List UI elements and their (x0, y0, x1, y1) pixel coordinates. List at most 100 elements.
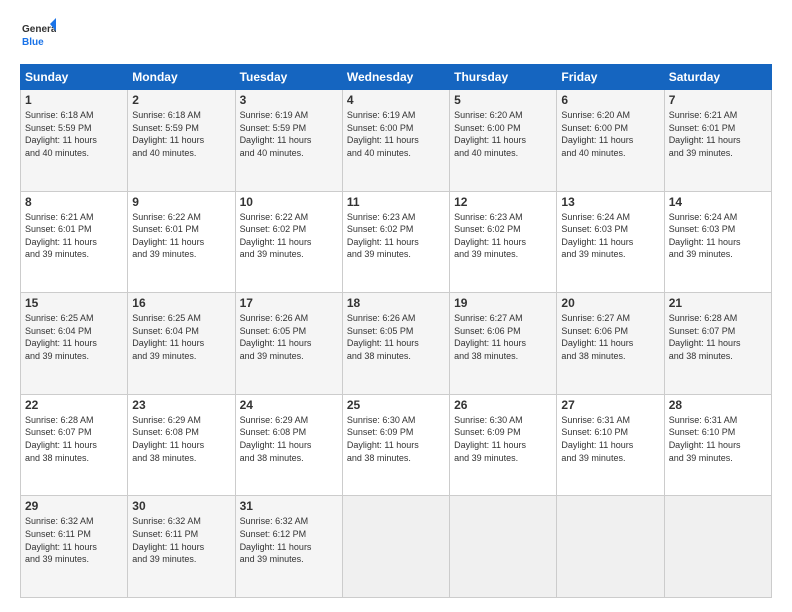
day-info: Sunrise: 6:24 AM Sunset: 6:03 PM Dayligh… (669, 211, 767, 261)
calendar-cell: 24 Sunrise: 6:29 AM Sunset: 6:08 PM Dayli… (235, 394, 342, 496)
calendar-cell: 22Sunrise: 6:28 AM Sunset: 6:07 PM Dayli… (21, 394, 128, 496)
calendar-cell: 27 Sunrise: 6:31 AM Sunset: 6:10 PM Dayli… (557, 394, 664, 496)
logo-svg: General Blue (20, 18, 56, 54)
calendar-cell: 4 Sunrise: 6:19 AM Sunset: 6:00 PM Daylig… (342, 90, 449, 192)
calendar-week-row: 15 Sunrise: 6:25 AM Sunset: 6:04 PM Dayli… (21, 293, 772, 395)
day-info: Sunrise: 6:28 AM Sunset: 6:07 PM Dayligh… (669, 312, 767, 362)
calendar-header-tuesday: Tuesday (235, 65, 342, 90)
calendar-cell: 26 Sunrise: 6:30 AM Sunset: 6:09 PM Dayli… (450, 394, 557, 496)
calendar-cell: 7 Sunrise: 6:21 AM Sunset: 6:01 PM Daylig… (664, 90, 771, 192)
calendar-cell: 28 Sunrise: 6:31 AM Sunset: 6:10 PM Dayli… (664, 394, 771, 496)
day-info: Sunrise: 6:30 AM Sunset: 6:09 PM Dayligh… (454, 414, 552, 464)
day-number: 17 (240, 296, 338, 310)
calendar-header-monday: Monday (128, 65, 235, 90)
calendar-week-row: 1Sunrise: 6:18 AM Sunset: 5:59 PM Daylig… (21, 90, 772, 192)
calendar-cell (342, 496, 449, 598)
calendar-cell: 2 Sunrise: 6:18 AM Sunset: 5:59 PM Daylig… (128, 90, 235, 192)
day-number: 28 (669, 398, 767, 412)
calendar-cell: 10 Sunrise: 6:22 AM Sunset: 6:02 PM Dayli… (235, 191, 342, 293)
day-number: 23 (132, 398, 230, 412)
day-number: 12 (454, 195, 552, 209)
calendar-cell: 3 Sunrise: 6:19 AM Sunset: 5:59 PM Daylig… (235, 90, 342, 192)
calendar-week-row: 8Sunrise: 6:21 AM Sunset: 6:01 PM Daylig… (21, 191, 772, 293)
calendar-header-friday: Friday (557, 65, 664, 90)
day-number: 31 (240, 499, 338, 513)
day-number: 4 (347, 93, 445, 107)
calendar-week-row: 22Sunrise: 6:28 AM Sunset: 6:07 PM Dayli… (21, 394, 772, 496)
svg-text:Blue: Blue (22, 37, 44, 48)
day-number: 27 (561, 398, 659, 412)
calendar-cell: 1Sunrise: 6:18 AM Sunset: 5:59 PM Daylig… (21, 90, 128, 192)
day-info: Sunrise: 6:18 AM Sunset: 5:59 PM Dayligh… (25, 109, 123, 159)
day-info: Sunrise: 6:21 AM Sunset: 6:01 PM Dayligh… (25, 211, 123, 261)
day-number: 20 (561, 296, 659, 310)
day-info: Sunrise: 6:27 AM Sunset: 6:06 PM Dayligh… (454, 312, 552, 362)
day-info: Sunrise: 6:24 AM Sunset: 6:03 PM Dayligh… (561, 211, 659, 261)
day-number: 18 (347, 296, 445, 310)
calendar-cell: 14 Sunrise: 6:24 AM Sunset: 6:03 PM Dayli… (664, 191, 771, 293)
day-number: 9 (132, 195, 230, 209)
calendar-header-wednesday: Wednesday (342, 65, 449, 90)
calendar-cell: 20 Sunrise: 6:27 AM Sunset: 6:06 PM Dayli… (557, 293, 664, 395)
day-number: 10 (240, 195, 338, 209)
calendar-cell: 29 Sunrise: 6:32 AM Sunset: 6:11 PM Dayli… (21, 496, 128, 598)
day-number: 26 (454, 398, 552, 412)
day-number: 14 (669, 195, 767, 209)
calendar-cell: 5Sunrise: 6:20 AM Sunset: 6:00 PM Daylig… (450, 90, 557, 192)
calendar-cell: 15 Sunrise: 6:25 AM Sunset: 6:04 PM Dayli… (21, 293, 128, 395)
calendar-cell: 11Sunrise: 6:23 AM Sunset: 6:02 PM Dayli… (342, 191, 449, 293)
calendar-cell (450, 496, 557, 598)
day-info: Sunrise: 6:32 AM Sunset: 6:11 PM Dayligh… (25, 515, 123, 565)
day-info: Sunrise: 6:32 AM Sunset: 6:11 PM Dayligh… (132, 515, 230, 565)
calendar-cell: 21 Sunrise: 6:28 AM Sunset: 6:07 PM Dayli… (664, 293, 771, 395)
calendar-header-sunday: Sunday (21, 65, 128, 90)
day-info: Sunrise: 6:29 AM Sunset: 6:08 PM Dayligh… (132, 414, 230, 464)
day-number: 7 (669, 93, 767, 107)
day-info: Sunrise: 6:23 AM Sunset: 6:02 PM Dayligh… (454, 211, 552, 261)
day-info: Sunrise: 6:20 AM Sunset: 6:00 PM Dayligh… (561, 109, 659, 159)
day-info: Sunrise: 6:31 AM Sunset: 6:10 PM Dayligh… (669, 414, 767, 464)
day-info: Sunrise: 6:29 AM Sunset: 6:08 PM Dayligh… (240, 414, 338, 464)
day-number: 13 (561, 195, 659, 209)
day-number: 29 (25, 499, 123, 513)
day-info: Sunrise: 6:32 AM Sunset: 6:12 PM Dayligh… (240, 515, 338, 565)
day-info: Sunrise: 6:27 AM Sunset: 6:06 PM Dayligh… (561, 312, 659, 362)
calendar-table: SundayMondayTuesdayWednesdayThursdayFrid… (20, 64, 772, 598)
calendar-cell: 8Sunrise: 6:21 AM Sunset: 6:01 PM Daylig… (21, 191, 128, 293)
calendar-cell: 19Sunrise: 6:27 AM Sunset: 6:06 PM Dayli… (450, 293, 557, 395)
day-info: Sunrise: 6:25 AM Sunset: 6:04 PM Dayligh… (25, 312, 123, 362)
day-number: 21 (669, 296, 767, 310)
day-number: 24 (240, 398, 338, 412)
day-number: 15 (25, 296, 123, 310)
day-info: Sunrise: 6:26 AM Sunset: 6:05 PM Dayligh… (347, 312, 445, 362)
day-info: Sunrise: 6:31 AM Sunset: 6:10 PM Dayligh… (561, 414, 659, 464)
day-info: Sunrise: 6:18 AM Sunset: 5:59 PM Dayligh… (132, 109, 230, 159)
day-info: Sunrise: 6:19 AM Sunset: 6:00 PM Dayligh… (347, 109, 445, 159)
calendar-cell: 12 Sunrise: 6:23 AM Sunset: 6:02 PM Dayli… (450, 191, 557, 293)
calendar-cell: 6Sunrise: 6:20 AM Sunset: 6:00 PM Daylig… (557, 90, 664, 192)
calendar-cell: 13 Sunrise: 6:24 AM Sunset: 6:03 PM Dayli… (557, 191, 664, 293)
day-info: Sunrise: 6:21 AM Sunset: 6:01 PM Dayligh… (669, 109, 767, 159)
day-info: Sunrise: 6:22 AM Sunset: 6:02 PM Dayligh… (240, 211, 338, 261)
svg-text:General: General (22, 24, 56, 35)
calendar-cell: 30Sunrise: 6:32 AM Sunset: 6:11 PM Dayli… (128, 496, 235, 598)
day-info: Sunrise: 6:19 AM Sunset: 5:59 PM Dayligh… (240, 109, 338, 159)
day-number: 25 (347, 398, 445, 412)
page: General Blue SundayMondayTuesdayWednesda… (0, 0, 792, 612)
calendar-cell: 17Sunrise: 6:26 AM Sunset: 6:05 PM Dayli… (235, 293, 342, 395)
day-number: 16 (132, 296, 230, 310)
day-info: Sunrise: 6:30 AM Sunset: 6:09 PM Dayligh… (347, 414, 445, 464)
calendar-header-row: SundayMondayTuesdayWednesdayThursdayFrid… (21, 65, 772, 90)
calendar-cell (557, 496, 664, 598)
calendar-header-thursday: Thursday (450, 65, 557, 90)
calendar-cell: 9Sunrise: 6:22 AM Sunset: 6:01 PM Daylig… (128, 191, 235, 293)
calendar-cell: 31 Sunrise: 6:32 AM Sunset: 6:12 PM Dayli… (235, 496, 342, 598)
logo: General Blue (20, 18, 56, 54)
calendar-cell: 16Sunrise: 6:25 AM Sunset: 6:04 PM Dayli… (128, 293, 235, 395)
header: General Blue (20, 18, 772, 54)
day-number: 2 (132, 93, 230, 107)
day-number: 5 (454, 93, 552, 107)
calendar-cell (664, 496, 771, 598)
calendar-header-saturday: Saturday (664, 65, 771, 90)
day-number: 3 (240, 93, 338, 107)
